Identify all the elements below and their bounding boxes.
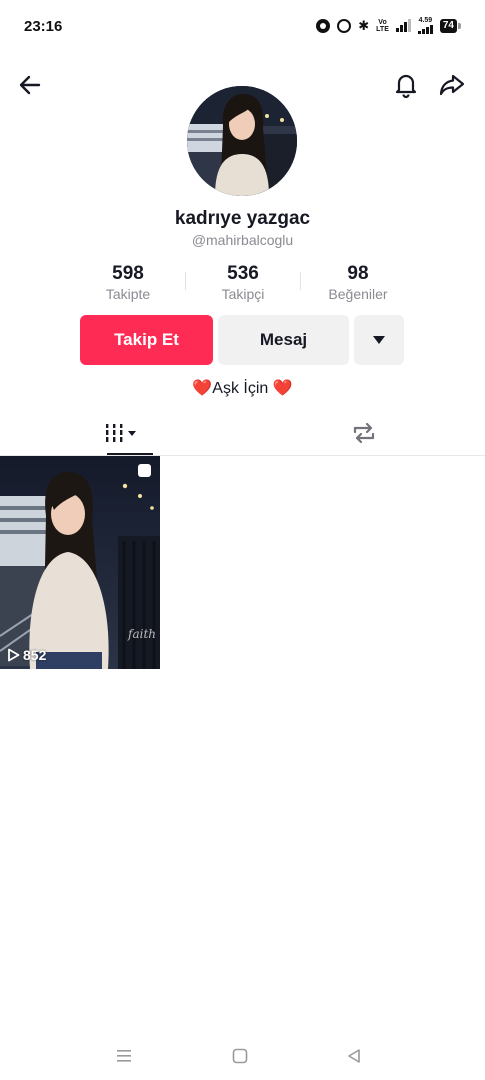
status-time: 23:16	[24, 18, 63, 35]
stat-followers-label: Takipçi	[221, 286, 265, 302]
multi-photo-badge	[138, 464, 151, 477]
alarm-icon	[337, 18, 352, 33]
share-icon	[439, 74, 465, 96]
notification-bell-button[interactable]	[389, 68, 423, 102]
display-name: kadrıye yazgac	[174, 208, 311, 229]
volte-icon: Vo LTE	[376, 19, 389, 33]
message-button[interactable]: Mesaj	[218, 315, 349, 365]
video-views: 852	[7, 647, 46, 663]
signal-2-bars	[417, 25, 433, 34]
suggested-accounts-button[interactable]	[354, 315, 404, 365]
nav-home-button[interactable]	[228, 1044, 252, 1068]
nav-menu-button[interactable]	[112, 1044, 136, 1068]
bio: ❤️Aşk İçin ❤️	[0, 378, 485, 398]
video-view-count: 852	[23, 647, 47, 663]
share-button[interactable]	[435, 68, 469, 102]
back-arrow-icon	[19, 75, 41, 95]
tab-active-indicator	[107, 453, 153, 455]
status-bar: 23:16 ✱ Vo LTE 4.59 74	[0, 0, 485, 56]
stat-following-value: 598	[112, 263, 144, 284]
repost-icon	[353, 422, 374, 444]
stat-likes-label: Beğeniler	[328, 286, 388, 302]
play-outline-icon	[8, 648, 20, 662]
video-watermark: faith	[128, 627, 156, 641]
stat-followers-value: 536	[227, 263, 259, 284]
username: @mahirbalcoglu	[191, 232, 294, 248]
stat-followers[interactable]: 536 Takipçi	[183, 262, 303, 303]
battery-icon: 74	[439, 18, 462, 33]
profile-tabs	[0, 410, 485, 456]
status-icons: ✱ Vo LTE 4.59 74	[316, 17, 462, 34]
avatar-image	[187, 86, 297, 196]
network-speed-icon: 4.59	[417, 17, 433, 34]
stat-following[interactable]: 598 Takipte	[68, 262, 188, 303]
home-icon	[232, 1048, 248, 1064]
tab-reposts[interactable]	[242, 410, 485, 456]
stat-likes-value: 98	[347, 263, 369, 284]
data-saver-icon	[316, 18, 331, 33]
video-thumbnail[interactable]: faith 852	[0, 456, 160, 669]
heart-emoji: ❤️	[272, 380, 293, 397]
back-button[interactable]	[13, 68, 47, 102]
grid-icon	[104, 424, 136, 442]
nav-back-button[interactable]	[342, 1044, 366, 1068]
volte-top: Vo	[378, 18, 387, 26]
caret-down-icon	[373, 336, 385, 344]
follow-button[interactable]: Takip Et	[80, 315, 213, 365]
back-icon	[348, 1049, 360, 1063]
menu-icon	[117, 1050, 131, 1062]
tab-videos[interactable]	[0, 410, 242, 456]
profile-avatar[interactable]	[187, 86, 297, 196]
bio-text: Aşk İçin	[212, 380, 269, 397]
bluetooth-icon: ✱	[358, 17, 370, 33]
volte-bottom: LTE	[376, 25, 389, 33]
signal-icon	[395, 19, 411, 32]
heart-emoji: ❤️	[192, 380, 213, 397]
bell-icon	[395, 74, 417, 98]
system-nav-bar	[0, 1030, 485, 1080]
network-speed: 4.59	[418, 17, 433, 24]
stat-following-label: Takipte	[105, 286, 151, 302]
stat-likes[interactable]: 98 Beğeniler	[298, 262, 418, 303]
